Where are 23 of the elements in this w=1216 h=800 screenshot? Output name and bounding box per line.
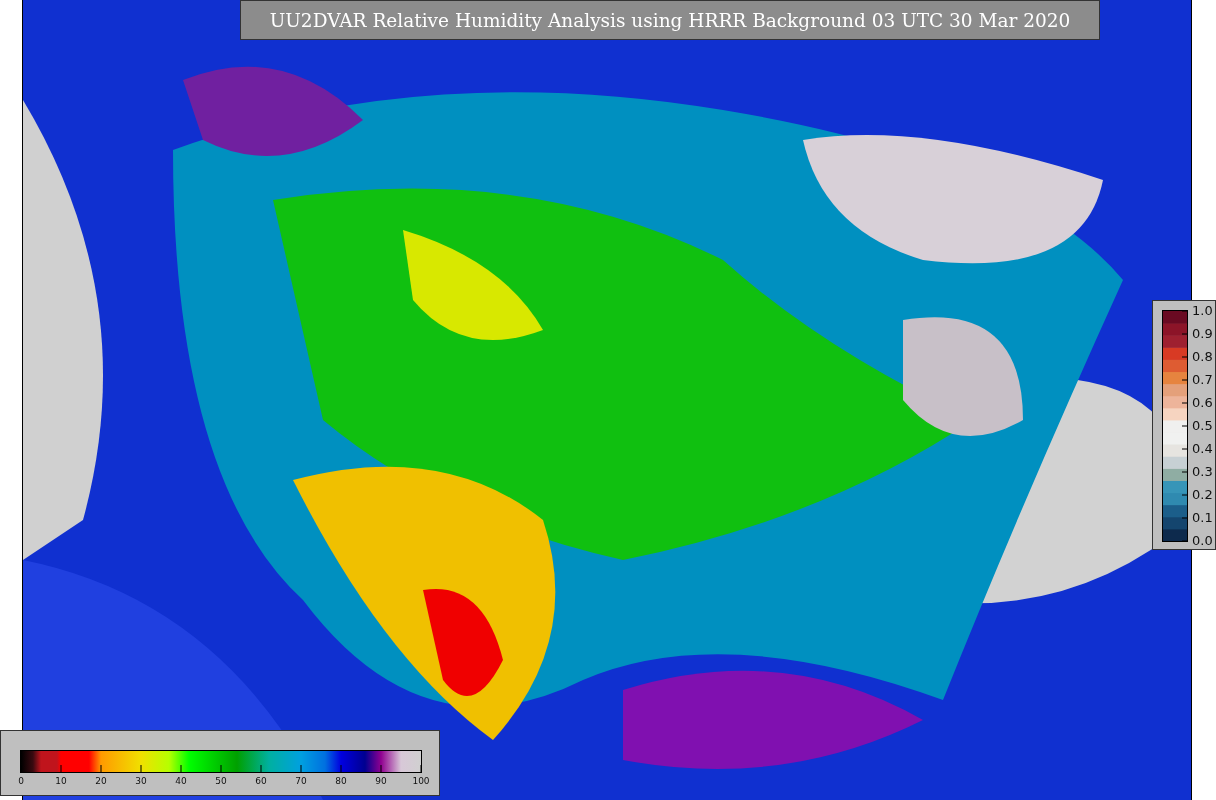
tick-label: 90 <box>375 777 387 786</box>
tick-label: 0.1 <box>1192 511 1213 524</box>
tick-label: 0.7 <box>1192 373 1213 386</box>
tick-label: 0.4 <box>1192 442 1213 455</box>
tick-label: 80 <box>335 777 347 786</box>
map-title: UU2DVAR Relative Humidity Analysis using HRRR Background 03 UTC 30 Mar 2020 <box>240 0 1100 40</box>
tick-label: 100 <box>412 777 430 786</box>
tick-label: 0.6 <box>1192 396 1213 409</box>
tick-label: 10 <box>55 777 67 786</box>
tick-label: 30 <box>135 777 147 786</box>
tick-label: 0.9 <box>1192 327 1213 340</box>
tick-label: 1.0 <box>1192 304 1213 317</box>
tick-label: 60 <box>255 777 267 786</box>
tick-label: 0 <box>18 777 24 786</box>
tick-label: 20 <box>95 777 107 786</box>
tick-label: 40 <box>175 777 187 786</box>
tick-label: 50 <box>215 777 227 786</box>
tick-label: 70 <box>295 777 307 786</box>
tick-label: 0.5 <box>1192 419 1213 432</box>
tick-label: 0.0 <box>1192 534 1213 547</box>
tick-label: 0.8 <box>1192 350 1213 363</box>
tick-label: 0.2 <box>1192 488 1213 501</box>
tick-label: 0.3 <box>1192 465 1213 478</box>
